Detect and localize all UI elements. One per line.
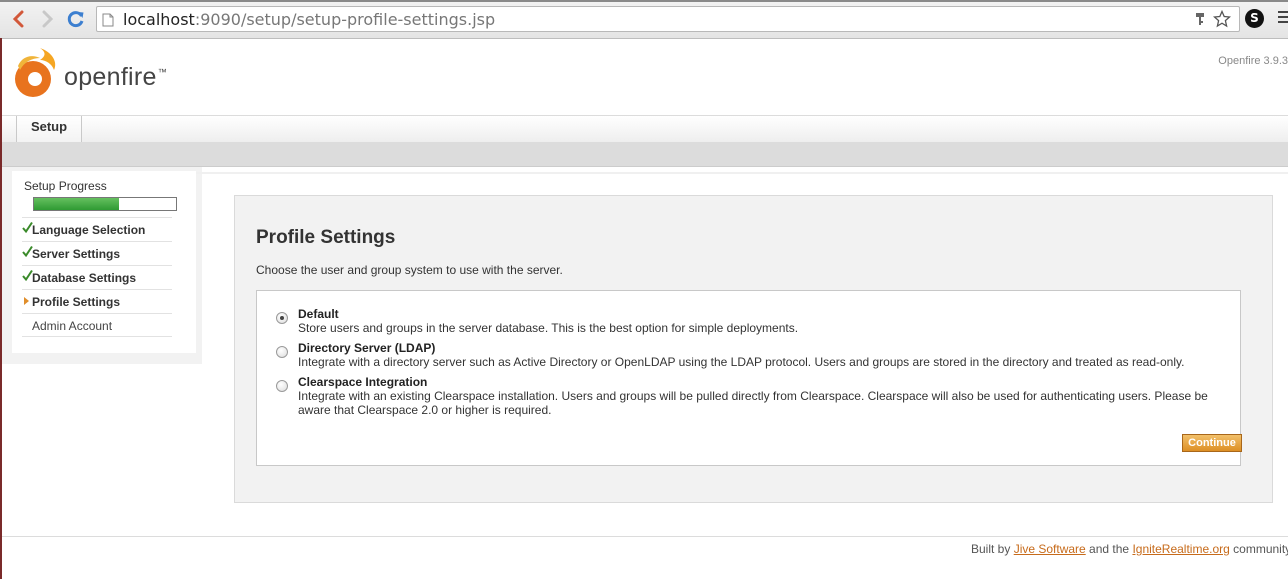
tab-setup[interactable]: Setup [16,116,82,142]
profile-option-radio[interactable] [276,312,288,324]
main-tab-bar: Setup [2,115,1288,143]
address-bar[interactable]: localhost:9090/setup/setup-profile-setti… [96,6,1240,32]
igniterealtime-link[interactable]: IgniteRealtime.org [1132,542,1229,556]
logo-text: openfire [64,63,157,91]
profile-options-box: Default Store users and groups in the ser… [256,290,1242,466]
setup-progress-title: Setup Progress [24,179,107,193]
profile-option-radio[interactable] [276,346,288,358]
window-top-edge [0,0,1288,2]
footer-suffix: community [1229,542,1288,556]
page-description: Choose the user and group system to use … [256,263,563,277]
sidebar-item-label: Admin Account [32,319,113,333]
version-label: Openfire 3.9.3 [1218,55,1288,67]
page-icon [102,13,114,27]
back-button[interactable] [8,9,28,29]
browser-toolbar: localhost:9090/setup/setup-profile-setti… [0,0,1288,39]
current-step-arrow-icon [24,297,29,305]
page-title: Profile Settings [256,227,396,248]
key-icon[interactable] [1195,12,1205,26]
footer-divider [2,536,1288,537]
profile-option-radio[interactable] [276,380,288,392]
sidebar-item-profile-settings[interactable]: Profile Settings [22,289,172,313]
footer-prefix: Built by [971,542,1014,556]
footer: Built by Jive Software and the IgniteRea… [971,542,1288,556]
trademark-mark: ™ [157,67,168,77]
url-path: :9090/setup/setup-profile-settings.jsp [194,10,496,29]
profile-settings-panel: Profile Settings Choose the user and gro… [234,195,1273,503]
reload-icon [67,11,84,28]
progress-bar-fill [34,198,120,210]
sub-navigation-bar [2,142,1288,167]
jive-software-link[interactable]: Jive Software [1014,542,1086,556]
profile-option-title[interactable]: Clearspace Integration [298,375,427,389]
sidebar-item-database-settings[interactable]: Database Settings [22,265,172,289]
back-arrow-icon [12,10,24,28]
url-text[interactable]: localhost:9090/setup/setup-profile-setti… [123,10,495,29]
browser-menu-icon[interactable] [1278,11,1288,26]
logo-wordmark: openfire™ [64,63,167,92]
sidebar-item-label: Profile Settings [32,295,121,309]
sidebar-item-server-settings[interactable]: Server Settings [22,241,172,265]
content-top-rule [196,172,1288,174]
forward-button[interactable] [38,9,58,29]
profile-option-title[interactable]: Default [298,307,339,321]
sidebar-item-admin-account[interactable]: Admin Account [22,313,172,337]
sidebar-item-language-selection[interactable]: Language Selection [22,217,172,241]
footer-middle: and the [1085,542,1133,556]
sidebar-item-label: Server Settings [32,247,121,261]
sidebar-item-label: Language Selection [32,223,146,237]
reload-button[interactable] [66,9,86,29]
profile-option-description: Integrate with a directory server such a… [298,355,1185,369]
setup-progress-bar [33,197,177,211]
sidebar-item-label: Database Settings [32,271,137,285]
continue-button[interactable]: Continue [1182,434,1242,452]
openfire-logo-icon [15,48,56,97]
profile-option-description: Store users and groups in the server dat… [298,321,799,335]
forward-arrow-icon [42,10,54,28]
profile-option-description: Integrate with an existing Clearspace in… [298,389,1208,417]
sidebar-list-end-rule [22,336,172,337]
extension-icon[interactable]: S [1245,9,1264,28]
profile-option-title[interactable]: Directory Server (LDAP) [298,341,435,355]
bookmark-star-icon[interactable] [1213,10,1231,28]
url-host: localhost [123,10,195,29]
